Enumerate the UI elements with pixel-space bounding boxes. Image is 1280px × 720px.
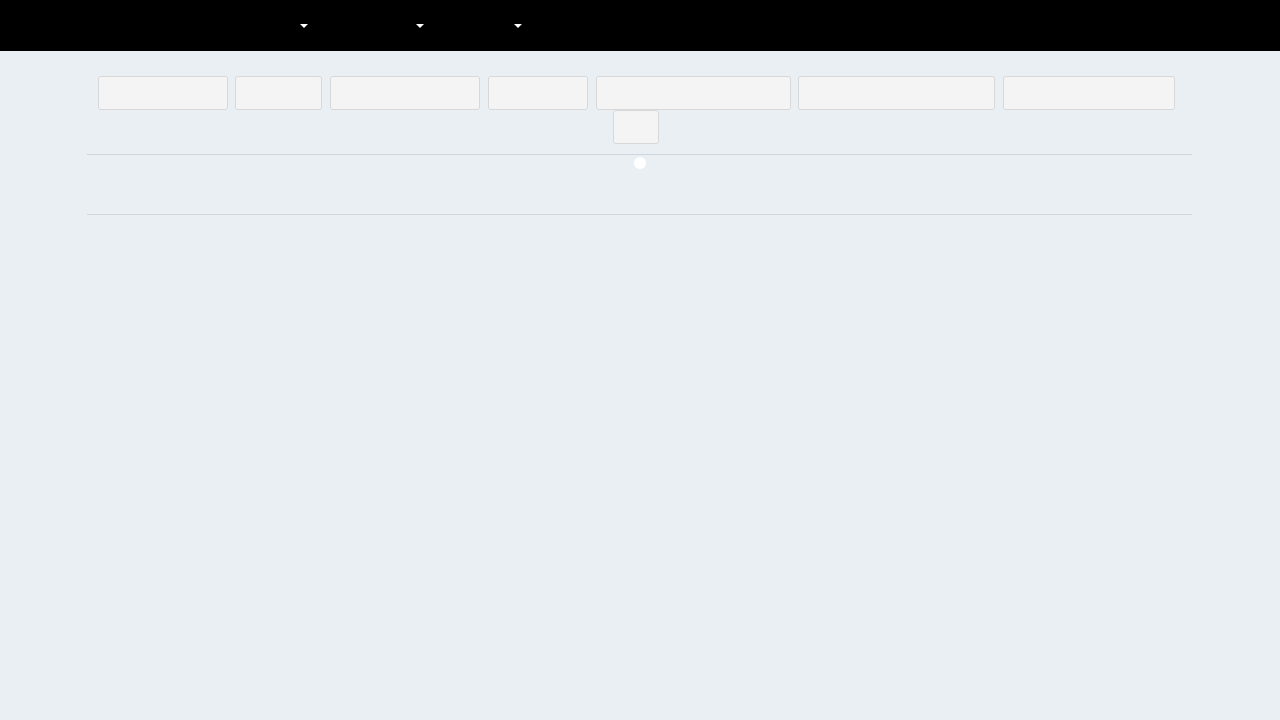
toolbar-button-2[interactable]	[235, 76, 322, 110]
toolbar-button-3[interactable]	[330, 76, 480, 110]
nav-dropdown-2[interactable]	[416, 0, 424, 51]
content-divider-top	[87, 154, 1192, 155]
toolbar-button-7[interactable]	[1003, 76, 1175, 110]
toolbar-button-1[interactable]	[98, 76, 228, 110]
toolbar-button-8[interactable]	[613, 110, 659, 144]
caret-down-icon	[514, 23, 522, 28]
toolbar-button-4[interactable]	[488, 76, 588, 110]
nav-dropdown-3[interactable]	[514, 0, 522, 51]
loading-indicator	[634, 157, 646, 169]
content-divider-bottom	[87, 214, 1192, 215]
caret-down-icon	[416, 23, 424, 28]
toolbar-button-5[interactable]	[596, 76, 791, 110]
caret-down-icon	[300, 23, 308, 28]
top-navigation-bar	[0, 0, 1280, 51]
nav-dropdown-1[interactable]	[300, 0, 308, 51]
toolbar-button-6[interactable]	[798, 76, 995, 110]
